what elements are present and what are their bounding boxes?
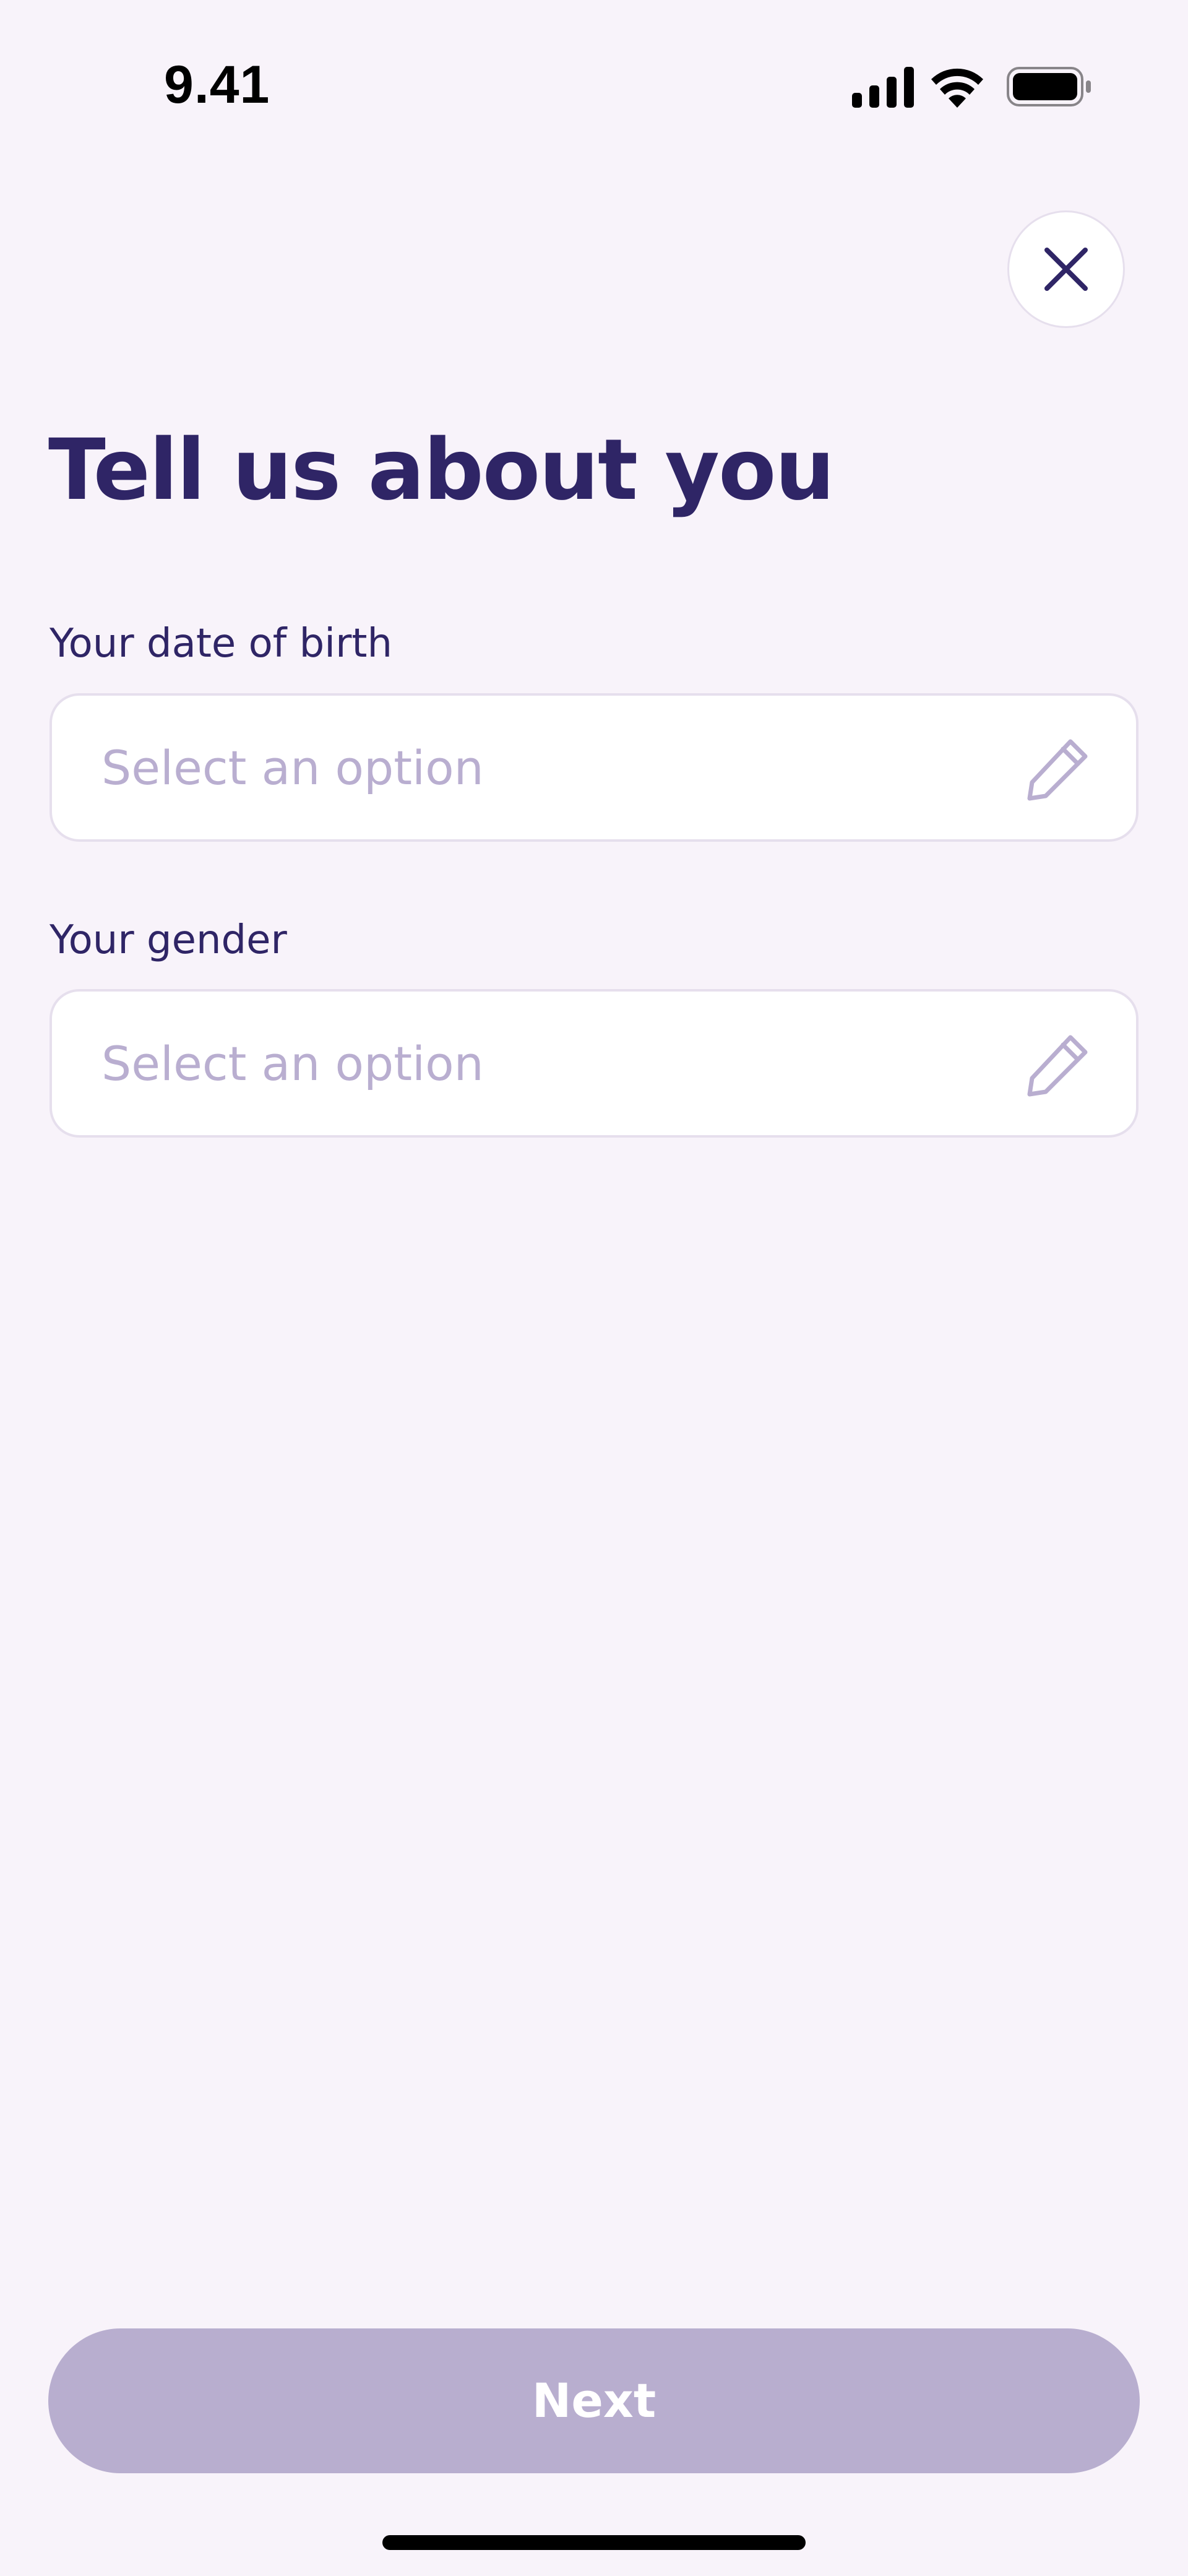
- gender-select[interactable]: Select an option: [50, 989, 1138, 1138]
- next-button[interactable]: Next: [48, 2328, 1140, 2473]
- cellular-signal-icon: [852, 67, 914, 108]
- date-of-birth-select[interactable]: Select an option: [50, 693, 1138, 842]
- gender-label: Your gender: [50, 917, 287, 963]
- pencil-icon: [1027, 1035, 1088, 1097]
- home-indicator: [382, 2535, 806, 2550]
- gender-placeholder: Select an option: [101, 1036, 484, 1091]
- pencil-icon: [1027, 739, 1088, 801]
- next-button-label: Next: [532, 2373, 656, 2428]
- page-title: Tell us about you: [48, 421, 835, 519]
- close-icon: [1044, 248, 1088, 291]
- status-icons: [851, 62, 1092, 111]
- date-of-birth-placeholder: Select an option: [101, 740, 484, 795]
- wifi-icon: [931, 68, 983, 108]
- status-time: 9.41: [164, 55, 270, 115]
- date-of-birth-label: Your date of birth: [50, 621, 393, 667]
- battery-icon: [1007, 67, 1091, 106]
- close-button[interactable]: [1007, 210, 1125, 328]
